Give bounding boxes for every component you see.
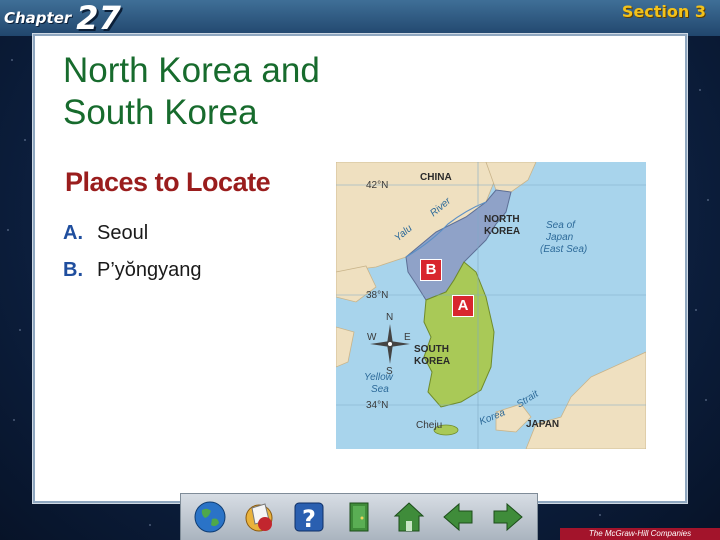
resources-button[interactable] [241,498,279,536]
globe-icon [194,501,226,533]
help-icon: ? [294,502,324,533]
exit-button[interactable] [340,498,378,536]
back-arrow-icon [443,502,473,532]
lat-label-38: 38°N [366,290,389,301]
slide-title: North Korea and South Korea [63,50,320,134]
compass-rose-icon [370,324,410,364]
chapter-number: 27 [76,0,121,37]
country-south: SOUTH [414,344,449,355]
section-label: Section 3 [621,2,706,21]
item-letter: A. [63,222,83,244]
forward-button[interactable] [489,498,527,536]
sea-of-japan-label-1: Sea of [546,220,575,231]
navigation-bar: ? [180,493,538,540]
publisher-logo: The McGraw-Hill Companies [560,528,720,540]
lat-label-42: 42°N [366,180,389,191]
svg-text:?: ? [302,505,316,533]
resources-icon [245,503,273,532]
title-line-2: South Korea [63,93,258,132]
sea-of-japan-label-2: Japan [546,232,574,243]
list-item: B. P’yŏngyang [63,259,202,282]
globe-button[interactable] [191,498,229,536]
chapter-badge: Chapter 27 [0,0,121,36]
places-list: A. Seoul B. P’yŏngyang [63,222,202,296]
country-china: CHINA [420,172,452,183]
title-line-1: North Korea and [63,51,320,90]
compass-n: N [386,312,394,323]
compass-s: S [386,366,393,377]
country-japan: JAPAN [526,419,560,430]
list-item: A. Seoul [63,222,202,245]
slide-panel: North Korea and South Korea Places to Lo… [33,34,687,503]
chapter-label: Chapter [4,9,72,27]
exit-icon [349,502,369,532]
item-letter: B. [63,259,83,281]
forward-arrow-icon [493,502,523,532]
country-north-korea: KOREA [484,226,521,237]
places-subheading: Places to Locate [65,167,271,197]
country-north: NORTH [484,214,520,225]
compass-w: W [367,332,377,343]
marker-b: B [420,259,442,281]
item-text: P’yŏngyang [97,259,202,281]
help-button[interactable]: ? [290,498,328,536]
item-text: Seoul [97,222,149,244]
back-button[interactable] [439,498,477,536]
compass-e: E [404,332,411,343]
home-icon [393,502,424,532]
home-button[interactable] [390,498,428,536]
marker-a: A [452,295,474,317]
country-south-korea: KOREA [414,356,451,367]
sea-of-japan-label-3: (East Sea) [540,244,588,255]
cheju-label: Cheju [416,420,443,431]
korea-map: 42°N 38°N 34°N CHINA NORTH KOREA SOUTH K… [336,162,646,449]
lat-label-34: 34°N [366,400,389,411]
top-bar: Chapter 27 Section 3 [0,0,720,36]
yellow-sea-label-2: Sea [371,384,389,395]
